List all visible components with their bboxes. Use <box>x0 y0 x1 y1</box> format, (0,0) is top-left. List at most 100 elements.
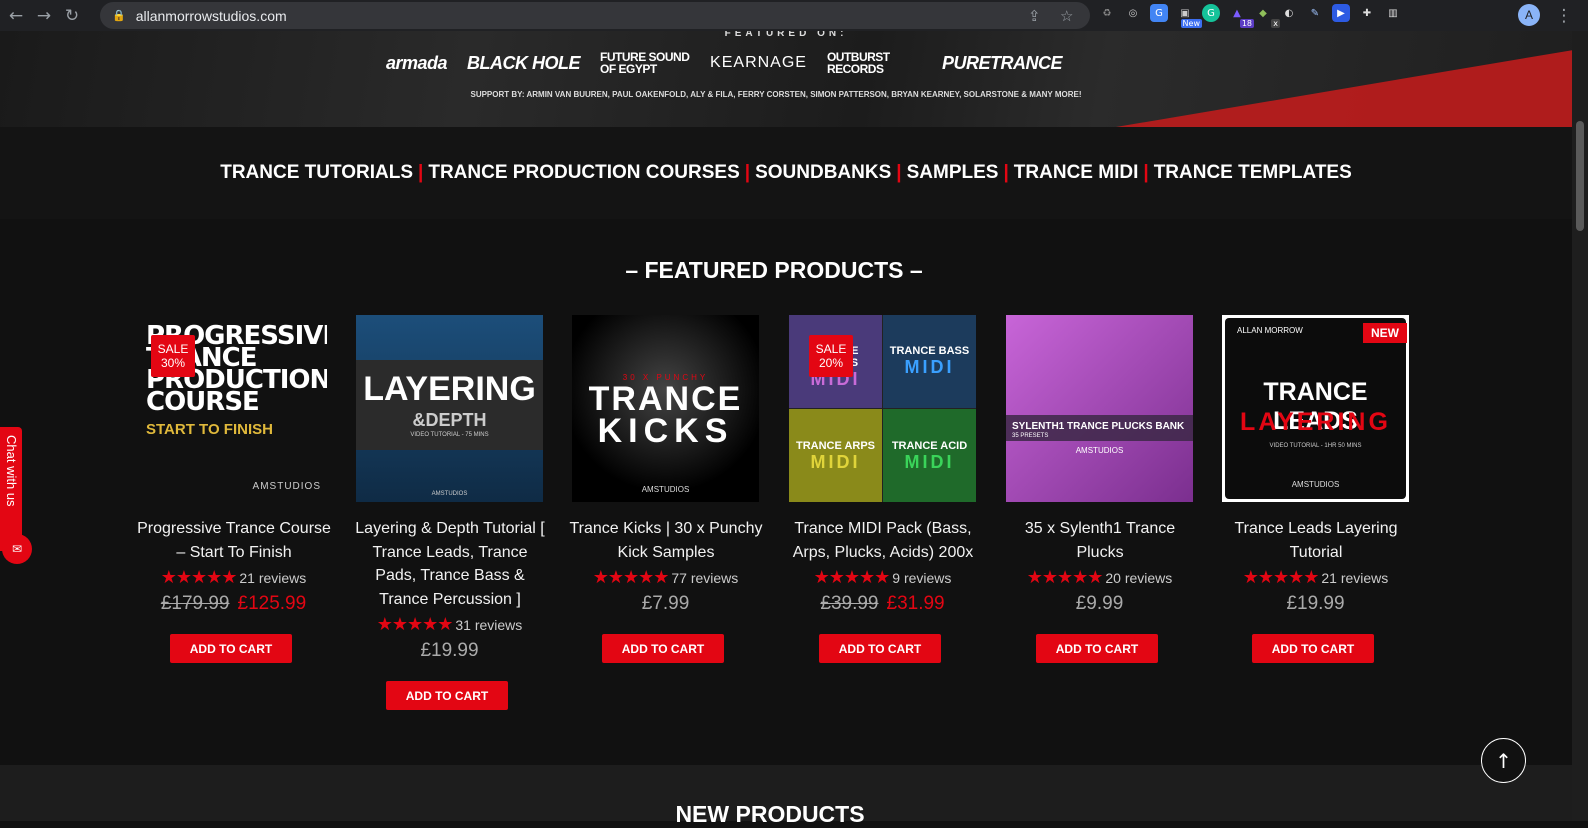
add-to-cart-button[interactable]: ADD TO CART <box>1252 634 1374 663</box>
nav-separator: | <box>896 162 902 183</box>
product-image[interactable]: TRANCE PLUCKSMIDI TRANCE BASSMIDI TRANCE… <box>789 315 976 502</box>
support-text: SUPPORT BY: ARMIN VAN BUUREN, PAUL OAKEN… <box>470 90 1082 99</box>
nav-soundbanks[interactable]: SOUNDBANKS <box>755 162 891 184</box>
chat-label: Chat with us <box>4 435 19 507</box>
star-rating-icon: ★★★★★ <box>1242 567 1320 588</box>
chat-tab[interactable]: Chat with us ✉ <box>0 427 32 564</box>
star-icon[interactable]: ☆ <box>1060 7 1073 25</box>
art-subtitle: &DEPTH <box>412 410 487 430</box>
art-subtitle: 35 PRESETS <box>1012 433 1049 439</box>
product-title[interactable]: Trance Kicks | 30 x Punchy Kick Samples <box>566 517 766 564</box>
product-image[interactable]: PROGRESSIVE TRANCE PRODUCTION COURSE START … <box>140 315 327 502</box>
nav-trance-templates[interactable]: TRANCE TEMPLATES <box>1154 162 1352 184</box>
nav-trance-tutorials[interactable]: TRANCE TUTORIALS <box>220 162 413 184</box>
share-icon[interactable]: ⇪ <box>1028 7 1041 25</box>
product-price: £39.99 £31.99 <box>779 593 986 615</box>
art-subtitle: START TO FINISH <box>146 421 273 438</box>
product-rating: ★★★★★ 21 reviews <box>130 567 337 588</box>
dropper-extension-icon[interactable]: ◆ x <box>1254 4 1280 28</box>
url-text: allanmorrowstudios.com <box>135 7 287 24</box>
add-to-cart-button[interactable]: ADD TO CART <box>602 634 724 663</box>
star-rating-icon: ★★★★★ <box>813 567 891 588</box>
graduation-extension-icon[interactable]: ▲ 18 <box>1228 4 1254 28</box>
product-title[interactable]: Progressive Trance Course – Start To Fin… <box>134 517 334 564</box>
grammarly-extension-icon[interactable]: G <box>1202 4 1220 22</box>
featured-products-section: – FEATURED PRODUCTS – PROGRESSIVE TRANCE P… <box>0 219 1572 765</box>
address-bar[interactable]: 🔒 allanmorrowstudios.com ⇪ ☆ <box>100 2 1090 29</box>
product-title[interactable]: Trance MIDI Pack (Bass, Arps, Plucks, Ac… <box>783 517 983 564</box>
section-title: NEW PRODUCTS <box>675 801 865 827</box>
product-title[interactable]: Layering & Depth Tutorial [ Trance Leads… <box>350 517 550 611</box>
black-hole-logo: BLACK HOLE <box>467 52 581 73</box>
product-image[interactable]: SYLENTH1 TRANCE PLUCKS BANK 35 PRESETS A… <box>1006 315 1193 502</box>
art-caption: VIDEO TUTORIAL - 1HR 50 MINS <box>1269 443 1362 449</box>
puretrance-logo: PURETRANCE <box>941 52 1063 73</box>
chat-bubble-icon[interactable]: ✉ <box>2 534 32 564</box>
art-title: LAYERING <box>363 370 536 408</box>
review-count: 21 reviews <box>239 569 307 586</box>
art-label: TRANCE BASS MIDI <box>889 345 970 377</box>
sidepanel-icon[interactable]: ▥ <box>1384 4 1402 22</box>
arrow-up-icon: ↑ <box>1495 748 1512 773</box>
armada-logo: armada <box>386 52 448 73</box>
product-price: £9.99 <box>996 593 1203 615</box>
section-title: – FEATURED PRODUCTS – <box>625 257 923 283</box>
sale-badge: SALE 30% <box>151 335 195 377</box>
puzzle-extension-icon[interactable]: ✚ <box>1358 4 1376 22</box>
extensions-area: ♻ ◎ G ▣ New G ▲ 18 ◆ x ◐ ✎ ▶ ✚ ▥ <box>1098 4 1402 28</box>
product-rating: ★★★★★ 21 reviews <box>1212 567 1419 588</box>
review-count: 31 reviews <box>455 616 523 633</box>
product-price: £7.99 <box>562 593 769 615</box>
new-badge: NEW <box>1363 323 1407 343</box>
nav-trance-production-courses[interactable]: TRANCE PRODUCTION COURSES <box>428 162 739 184</box>
sale-price: £31.99 <box>886 593 945 614</box>
art-caption: VIDEO TUTORIAL - 75 MINS <box>410 432 489 438</box>
translate-extension-icon[interactable]: G <box>1150 4 1168 22</box>
product-image[interactable]: LAYERING &DEPTH VIDEO TUTORIAL - 75 MINS… <box>356 315 543 502</box>
regular-price: £9.99 <box>1075 593 1124 614</box>
reload-icon[interactable]: ↻ <box>58 2 86 30</box>
globe-extension-icon[interactable]: ◎ <box>1124 4 1142 22</box>
nav-samples[interactable]: SAMPLES <box>907 162 999 184</box>
add-to-cart-button[interactable]: ADD TO CART <box>170 634 292 663</box>
art-brand: AMSTUDIOS <box>252 481 321 492</box>
product-title[interactable]: Trance Leads Layering Tutorial <box>1216 517 1416 564</box>
product-image[interactable]: 30 X PUNCHY TRANCE KICKS AMSTUDIOS <box>572 315 759 502</box>
art-brand: AMSTUDIOS <box>1075 446 1124 455</box>
new-products-section: NEW PRODUCTS <box>0 765 1572 827</box>
star-rating-icon: ★★★★★ <box>160 567 238 588</box>
recycle-extension-icon[interactable]: ♻ <box>1098 4 1116 22</box>
pen-extension-icon[interactable]: ✎ <box>1306 4 1324 22</box>
regular-price: £19.99 <box>420 640 479 661</box>
star-rating-icon: ★★★★★ <box>1026 567 1104 588</box>
spiral-extension-icon[interactable]: ◐ <box>1280 4 1298 22</box>
review-count: 20 reviews <box>1105 569 1173 586</box>
nav-trance-midi[interactable]: TRANCE MIDI <box>1014 162 1139 184</box>
art-brand: AMSTUDIOS <box>1291 480 1340 489</box>
old-price: £179.99 <box>160 593 230 614</box>
art-panel: ALLAN MORROW TRANCE LEADS LAYERING VIDEO… <box>1225 318 1406 499</box>
scrollbar-thumb[interactable] <box>1576 121 1584 231</box>
art-title: SYLENTH1 TRANCE PLUCKS BANK <box>1012 421 1185 432</box>
art-label: TRANCE ARPS MIDI <box>795 440 876 472</box>
page-scrollbar[interactable] <box>1572 31 1588 821</box>
product-price: £179.99 £125.99 <box>130 593 337 615</box>
scroll-to-top-button[interactable]: ↑ <box>1481 738 1526 783</box>
add-to-cart-button[interactable]: ADD TO CART <box>1036 634 1158 663</box>
add-to-cart-button[interactable]: ADD TO CART <box>819 634 941 663</box>
profile-avatar[interactable]: A <box>1518 4 1540 26</box>
video-extension-icon[interactable]: ▶ <box>1332 4 1350 22</box>
product-image[interactable]: ALLAN MORROW TRANCE LEADS LAYERING VIDEO… <box>1222 315 1409 502</box>
add-to-cart-button[interactable]: ADD TO CART <box>386 681 508 710</box>
product-rating: ★★★★★ 77 reviews <box>562 567 769 588</box>
menu-icon[interactable]: ⋮ <box>1550 2 1578 30</box>
back-icon[interactable]: ← <box>2 2 30 30</box>
lock-icon[interactable]: 🔒 <box>112 9 126 22</box>
review-count: 21 reviews <box>1321 569 1389 586</box>
product-price: £19.99 <box>346 640 553 662</box>
product-title[interactable]: 35 x Sylenth1 Trance Plucks <box>1000 517 1200 564</box>
regular-price: £7.99 <box>641 593 690 614</box>
forward-icon[interactable]: → <box>30 2 58 30</box>
star-rating-icon: ★★★★★ <box>592 567 670 588</box>
camera-extension-icon[interactable]: ▣ New <box>1176 4 1202 28</box>
